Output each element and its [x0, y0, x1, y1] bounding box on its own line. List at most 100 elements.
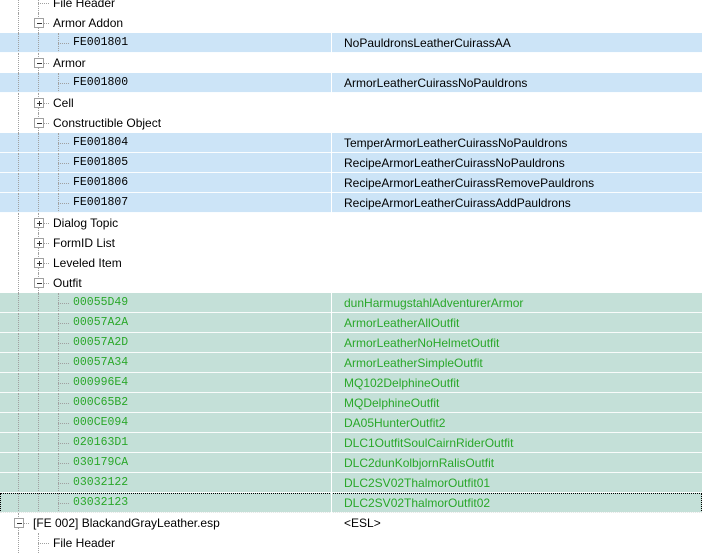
editor-id-value: ArmorLeatherAllOutfit — [344, 316, 460, 330]
column-divider — [331, 413, 332, 433]
record-tree[interactable]: File Header Armor Addon FE001801 NoPauldron… — [0, 0, 702, 553]
collapse-toggle-icon[interactable] — [34, 118, 44, 128]
editor-id-value: ArmorLeatherNoHelmetOutfit — [344, 336, 500, 350]
form-id-label: 00055D49 — [73, 296, 129, 309]
tree-guide-line — [18, 233, 19, 253]
form-id-label: 000CE094 — [73, 416, 129, 429]
column-divider — [331, 393, 332, 413]
tree-guide-line — [18, 213, 19, 233]
tree-guide-line — [38, 193, 39, 213]
tree-branch-line — [58, 423, 69, 424]
group-node-row[interactable]: Outfit — [0, 273, 702, 293]
record-row[interactable]: FE001801 NoPauldronsLeatherCuirassAA — [0, 33, 702, 53]
tree-guide-line — [38, 333, 39, 353]
record-row[interactable]: 03032123 DLC2SV02ThalmorOutfit02 — [0, 493, 702, 513]
node-label: Dialog Topic — [53, 216, 119, 230]
form-id-label: FE001801 — [73, 36, 129, 49]
collapse-toggle-icon[interactable] — [14, 518, 24, 528]
record-row[interactable]: 00057A34 ArmorLeatherSimpleOutfit — [0, 353, 702, 373]
expand-toggle-icon[interactable] — [34, 98, 44, 108]
record-row[interactable]: FE001807 RecipeArmorLeatherCuirassAddPaul… — [0, 193, 702, 213]
tree-guide-line — [18, 93, 19, 113]
collapse-toggle-icon[interactable] — [34, 278, 44, 288]
tree-node-row[interactable]: File Header — [0, 0, 702, 13]
form-id-label: 00057A2D — [73, 336, 129, 349]
tree-guide-line — [18, 393, 19, 413]
tree-guide-line — [18, 193, 19, 213]
node-label: Constructible Object — [53, 116, 162, 130]
tree-branch-line — [58, 483, 69, 484]
record-row[interactable]: 000C65B2 MQDelphineOutfit — [0, 393, 702, 413]
group-node-row[interactable]: Constructible Object — [0, 113, 702, 133]
tree-guide-line — [38, 173, 39, 193]
node-label: File Header — [53, 0, 116, 10]
editor-id-value: ArmorLeatherCuirassNoPauldrons — [344, 76, 528, 90]
form-id-label: 00057A2A — [73, 316, 129, 329]
group-node-row[interactable]: Dialog Topic — [0, 213, 702, 233]
node-label: Leveled Item — [53, 256, 122, 270]
node-label: Armor Addon — [53, 16, 124, 30]
record-row[interactable]: FE001806 RecipeArmorLeatherCuirassRemoveP… — [0, 173, 702, 193]
editor-id-value: DLC1OutfitSoulCairnRiderOutfit — [344, 436, 514, 450]
tree-guide-line — [38, 73, 39, 93]
tree-branch-line — [58, 383, 69, 384]
group-node-row[interactable]: [FE 002] BlackandGrayLeather.esp <ESL> — [0, 513, 702, 533]
collapse-toggle-icon[interactable] — [34, 58, 44, 68]
expand-toggle-icon[interactable] — [34, 258, 44, 268]
record-row[interactable]: FE001805 RecipeArmorLeatherCuirassNoPauld… — [0, 153, 702, 173]
group-node-row[interactable]: Leveled Item — [0, 253, 702, 273]
editor-id-value: DLC2dunKolbjornRalisOutfit — [344, 456, 495, 470]
tree-guide-line — [18, 73, 19, 93]
column-divider — [331, 333, 332, 353]
editor-id-value: DLC2SV02ThalmorOutfit02 — [344, 496, 491, 510]
group-node-row[interactable]: Armor — [0, 53, 702, 73]
record-row[interactable]: 00057A2A ArmorLeatherAllOutfit — [0, 313, 702, 333]
tree-guide-line — [38, 393, 39, 413]
tree-branch-line — [58, 143, 69, 144]
record-row[interactable]: 030179CA DLC2dunKolbjornRalisOutfit — [0, 453, 702, 473]
expand-toggle-icon[interactable] — [34, 218, 44, 228]
tree-guide-line — [18, 153, 19, 173]
tree-guide-line — [18, 0, 19, 13]
record-row[interactable]: 000CE094 DA05HunterOutfit2 — [0, 413, 702, 433]
tree-guide-line — [18, 433, 19, 453]
node-label: Cell — [53, 96, 74, 110]
group-node-row[interactable]: FormID List — [0, 233, 702, 253]
form-id-label: 00057A34 — [73, 356, 129, 369]
expand-toggle-icon[interactable] — [34, 238, 44, 248]
node-label: File Header — [53, 536, 116, 550]
group-node-row[interactable]: Cell — [0, 93, 702, 113]
tree-guide-line — [38, 493, 39, 513]
record-row[interactable]: FE001804 TemperArmorLeatherCuirassNoPauld… — [0, 133, 702, 153]
tree-guide-line — [18, 13, 19, 33]
tree-guide-line — [38, 413, 39, 433]
tree-guide-line — [38, 313, 39, 333]
record-row[interactable]: 03032122 DLC2SV02ThalmorOutfit01 — [0, 473, 702, 493]
editor-id-value: RecipeArmorLeatherCuirassRemovePauldrons — [344, 176, 595, 190]
tree-guide-line — [18, 373, 19, 393]
column-divider — [331, 433, 332, 453]
tree-branch-line — [58, 203, 69, 204]
tree-guide-line — [38, 33, 39, 53]
group-node-row[interactable]: Armor Addon — [0, 13, 702, 33]
tree-guide-line — [18, 33, 19, 53]
collapse-toggle-icon[interactable] — [34, 18, 44, 28]
tree-guide-line — [38, 293, 39, 313]
record-row[interactable]: 00055D49 dunHarmugstahlAdventurerArmor — [0, 293, 702, 313]
tree-node-row[interactable]: File Header — [0, 533, 702, 553]
tree-guide-line — [38, 433, 39, 453]
tree-guide-line — [38, 353, 39, 373]
record-row[interactable]: 020163D1 DLC1OutfitSoulCairnRiderOutfit — [0, 433, 702, 453]
form-id-label: FE001800 — [73, 76, 129, 89]
tree-guide-line — [18, 53, 19, 73]
column-divider — [331, 73, 332, 93]
column-divider — [331, 453, 332, 473]
record-row[interactable]: 000996E4 MQ102DelphineOutfit — [0, 373, 702, 393]
tree-guide-line — [38, 373, 39, 393]
tree-guide-line — [38, 153, 39, 173]
form-id-label: FE001805 — [73, 156, 129, 169]
column-divider — [331, 353, 332, 373]
record-row[interactable]: FE001800 ArmorLeatherCuirassNoPauldrons — [0, 73, 702, 93]
tree-guide-line — [38, 133, 39, 153]
record-row[interactable]: 00057A2D ArmorLeatherNoHelmetOutfit — [0, 333, 702, 353]
